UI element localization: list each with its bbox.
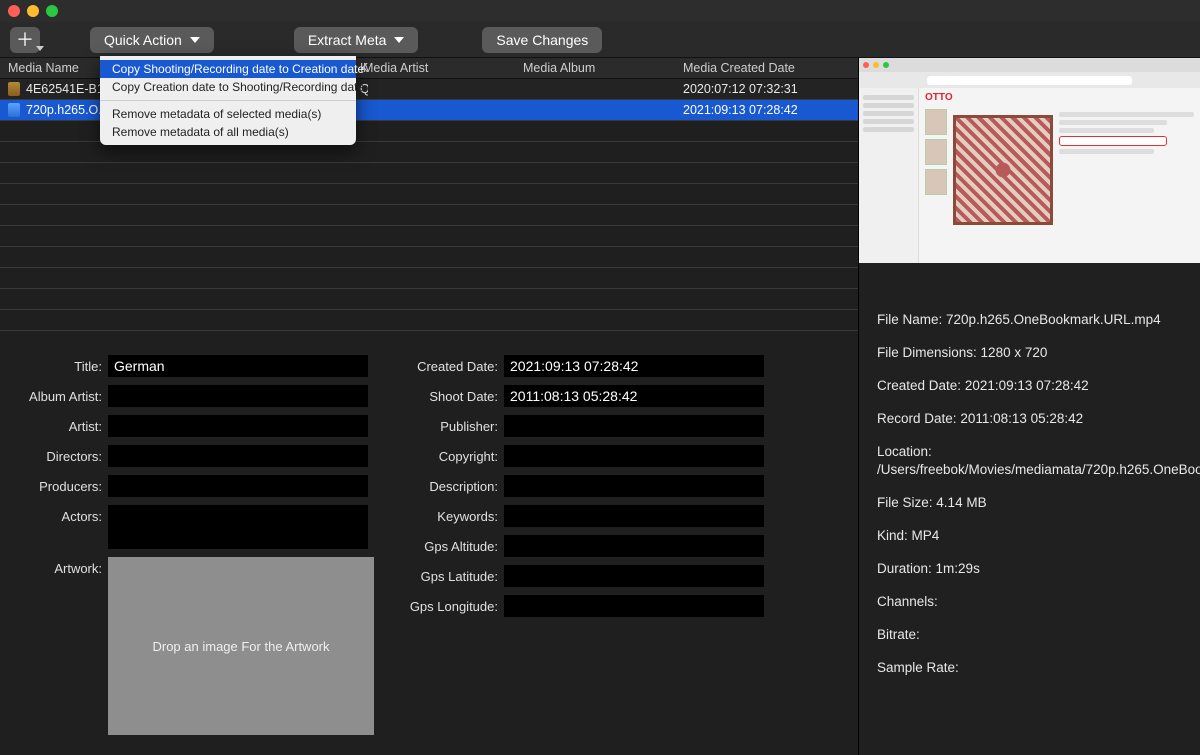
label-title: Title: xyxy=(24,355,102,374)
publisher-field[interactable] xyxy=(504,415,764,437)
col-media-created[interactable]: Media Created Date xyxy=(675,61,835,75)
toolbar: ＋ Quick Action Extract Meta Save Changes… xyxy=(0,22,1200,58)
detail-panel: OTTO xyxy=(858,58,1200,755)
menu-separator xyxy=(100,100,356,101)
detail-sample-rate: Sample Rate: xyxy=(877,659,1182,678)
chevron-down-icon xyxy=(190,37,200,43)
label-directors: Directors: xyxy=(24,445,102,464)
label-publisher: Publisher: xyxy=(404,415,498,434)
add-media-dropdown-arrow-icon[interactable] xyxy=(36,46,44,51)
window-minimize-button[interactable] xyxy=(27,5,39,17)
detail-kind: Kind: MP4 xyxy=(877,527,1182,546)
shoot-date-field[interactable] xyxy=(504,385,764,407)
label-shoot-date: Shoot Date: xyxy=(404,385,498,404)
label-album-artist: Album Artist: xyxy=(24,385,102,404)
cell-created: 2021:09:13 07:28:42 xyxy=(675,103,835,117)
media-thumbnail-icon xyxy=(8,103,20,117)
empty-table-area xyxy=(0,121,858,331)
metadata-form: Title: Album Artist: Artist: Directors: xyxy=(0,331,858,735)
menu-item-remove-meta-all[interactable]: Remove metadata of all media(s) xyxy=(100,123,356,141)
media-preview: OTTO xyxy=(859,58,1200,263)
save-changes-button[interactable]: Save Changes xyxy=(482,27,602,53)
label-gps-longitude: Gps Longitude: xyxy=(404,595,498,614)
detail-created-date: Created Date: 2021:09:13 07:28:42 xyxy=(877,377,1182,396)
actors-field[interactable] xyxy=(108,505,368,549)
label-artwork: Artwork: xyxy=(24,557,102,576)
quick-action-label: Quick Action xyxy=(104,32,182,48)
album-artist-field[interactable] xyxy=(108,385,368,407)
extract-meta-button[interactable]: Extract Meta xyxy=(294,27,419,53)
detail-bitrate: Bitrate: xyxy=(877,626,1182,645)
label-created-date: Created Date: xyxy=(404,355,498,374)
extract-meta-label: Extract Meta xyxy=(308,32,387,48)
media-thumbnail-icon xyxy=(8,82,20,96)
titlebar xyxy=(0,0,1200,22)
detail-record-date: Record Date: 2011:08:13 05:28:42 xyxy=(877,410,1182,429)
label-actors: Actors: xyxy=(24,505,102,524)
label-producers: Producers: xyxy=(24,475,102,494)
chevron-down-icon xyxy=(394,37,404,43)
quick-action-button[interactable]: Quick Action xyxy=(90,27,214,53)
col-media-album[interactable]: Media Album xyxy=(515,61,675,75)
detail-list: File Name: 720p.h265.OneBookmark.URL.mp4… xyxy=(859,263,1200,678)
detail-duration: Duration: 1m:29s xyxy=(877,560,1182,579)
created-date-field[interactable] xyxy=(504,355,764,377)
col-media-artist[interactable]: Media Artist xyxy=(355,61,515,75)
cell-created: 2020:07:12 07:32:31 xyxy=(675,82,835,96)
artist-field[interactable] xyxy=(108,415,368,437)
window-zoom-button[interactable] xyxy=(46,5,58,17)
preview-brand: OTTO xyxy=(925,92,953,103)
detail-channels: Channels: xyxy=(877,593,1182,612)
label-artist: Artist: xyxy=(24,415,102,434)
producers-field[interactable] xyxy=(108,475,368,497)
label-gps-latitude: Gps Latitude: xyxy=(404,565,498,584)
preview-image-icon xyxy=(953,115,1053,225)
directors-field[interactable] xyxy=(108,445,368,467)
app-window: ＋ Quick Action Extract Meta Save Changes… xyxy=(0,0,1200,755)
artwork-placeholder: Drop an image For the Artwork xyxy=(152,639,329,654)
description-field[interactable] xyxy=(504,475,764,497)
main-panel: Media Name Kind Media Artist Media Album… xyxy=(0,58,858,755)
copyright-field[interactable] xyxy=(504,445,764,467)
detail-file-name: File Name: 720p.h265.OneBookmark.URL.mp4 xyxy=(877,311,1182,330)
gps-longitude-field[interactable] xyxy=(504,595,764,617)
artwork-dropzone[interactable]: Drop an image For the Artwork xyxy=(108,557,374,735)
window-close-button[interactable] xyxy=(8,5,20,17)
detail-file-dimensions: File Dimensions: 1280 x 720 xyxy=(877,344,1182,363)
save-changes-label: Save Changes xyxy=(496,32,588,48)
gps-latitude-field[interactable] xyxy=(504,565,764,587)
gps-altitude-field[interactable] xyxy=(504,535,764,557)
keywords-field[interactable] xyxy=(504,505,764,527)
detail-location: Location: /Users/freebok/Movies/mediamat… xyxy=(877,443,1182,481)
label-copyright: Copyright: xyxy=(404,445,498,464)
menu-item-remove-meta-selected[interactable]: Remove metadata of selected media(s) xyxy=(100,105,356,123)
menu-item-copy-creation-to-shoot[interactable]: Copy Creation date to Shooting/Recording… xyxy=(100,78,356,96)
quick-action-menu: Copy Shooting/Recording date to Creation… xyxy=(100,56,356,145)
title-field[interactable] xyxy=(108,355,368,377)
label-keywords: Keywords: xyxy=(404,505,498,524)
label-description: Description: xyxy=(404,475,498,494)
detail-file-size: File Size: 4.14 MB xyxy=(877,494,1182,513)
label-gps-altitude: Gps Altitude: xyxy=(404,535,498,554)
menu-item-copy-shoot-to-creation[interactable]: Copy Shooting/Recording date to Creation… xyxy=(100,60,356,78)
